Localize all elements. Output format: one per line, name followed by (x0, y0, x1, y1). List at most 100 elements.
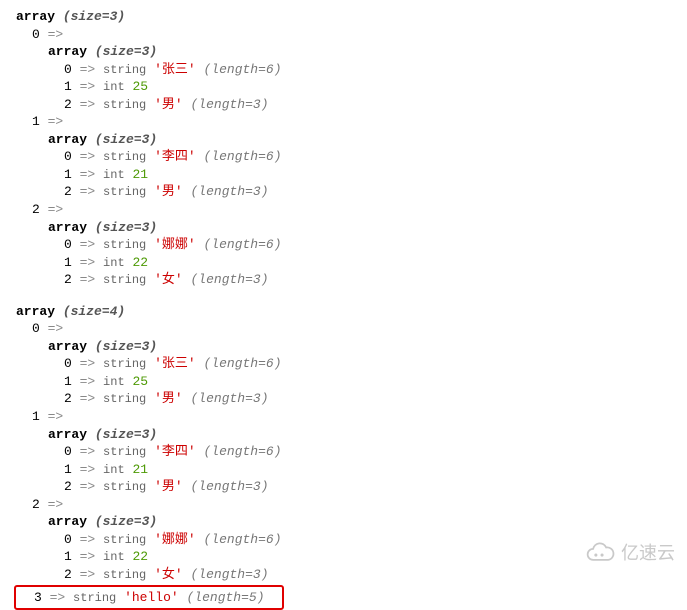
string-value: '女' (154, 567, 183, 582)
type-label: string (103, 445, 146, 459)
length-label: (length=3) (191, 272, 269, 287)
arrow-icon: => (80, 356, 96, 371)
highlight-box: 3 => string 'hello' (length=5) (14, 585, 284, 610)
arrow-icon: => (80, 167, 96, 182)
entry-key: 2 (64, 272, 72, 287)
dump-entry: 3 => string 'hello' (length=5) (20, 589, 278, 607)
dump-entry: 1 => int 25 (8, 78, 679, 96)
type-array: array (48, 514, 87, 529)
int-value: 22 (132, 255, 148, 270)
type-label: string (103, 480, 146, 494)
arrow-icon: => (80, 391, 96, 406)
string-value: '男' (154, 97, 183, 112)
length-label: (length=6) (204, 149, 282, 164)
entry-key: 3 (34, 590, 42, 605)
entry-key: 1 (64, 374, 72, 389)
array-header: array (size=3) (8, 8, 679, 26)
length-label: (length=6) (204, 62, 282, 77)
entry-key: 1 (64, 255, 72, 270)
type-label: int (103, 256, 125, 270)
dump-entry: 1 => int 21 (8, 166, 679, 184)
cloud-icon (583, 542, 617, 564)
entry-key: 1 (64, 549, 72, 564)
arrow-icon: => (48, 114, 64, 129)
length-label: (length=5) (187, 590, 265, 605)
watermark-text: 亿速云 (621, 541, 675, 565)
size-label: (size=3) (95, 44, 157, 59)
nested-array-header: array (size=3) (8, 43, 679, 61)
array-key: 1 => (8, 113, 679, 131)
arrow-icon: => (80, 479, 96, 494)
string-value: '李四' (154, 149, 196, 164)
length-label: (length=3) (191, 391, 269, 406)
arrow-icon: => (80, 255, 96, 270)
type-label: int (103, 463, 125, 477)
string-value: '张三' (154, 62, 196, 77)
arrow-icon: => (80, 149, 96, 164)
type-array: array (48, 427, 87, 442)
entry-key: 2 (64, 184, 72, 199)
string-value: '女' (154, 272, 183, 287)
size-label: (size=3) (95, 427, 157, 442)
dump-entry: 2 => string '男' (length=3) (8, 183, 679, 201)
type-array: array (48, 220, 87, 235)
length-label: (length=6) (204, 444, 282, 459)
int-value: 25 (132, 374, 148, 389)
arrow-icon: => (80, 532, 96, 547)
dump-entry: 1 => int 22 (8, 254, 679, 272)
nested-array-header: array (size=3) (8, 338, 679, 356)
entry-key: 1 (32, 114, 40, 129)
nested-array-header: array (size=3) (8, 219, 679, 237)
arrow-icon: => (80, 374, 96, 389)
entry-key: 2 (32, 497, 40, 512)
dump-entry: 1 => int 21 (8, 461, 679, 479)
size-label: (size=3) (63, 9, 125, 24)
nested-array-header: array (size=3) (8, 131, 679, 149)
length-label: (length=3) (191, 97, 269, 112)
int-value: 21 (132, 462, 148, 477)
arrow-icon: => (48, 409, 64, 424)
size-label: (size=3) (95, 132, 157, 147)
dump-entry: 1 => int 22 (8, 548, 679, 566)
arrow-icon: => (50, 590, 66, 605)
nested-array-header: array (size=3) (8, 513, 679, 531)
string-value: '娜娜' (154, 237, 196, 252)
var-dump-block: array (size=3)0 => array (size=3)0 => st… (8, 8, 679, 289)
type-array: array (48, 339, 87, 354)
entry-key: 0 (64, 444, 72, 459)
array-key: 1 => (8, 408, 679, 426)
entry-key: 0 (64, 532, 72, 547)
length-label: (length=3) (191, 479, 269, 494)
int-value: 22 (132, 549, 148, 564)
arrow-icon: => (80, 567, 96, 582)
arrow-icon: => (80, 79, 96, 94)
arrow-icon: => (48, 497, 64, 512)
arrow-icon: => (80, 444, 96, 459)
arrow-icon: => (80, 237, 96, 252)
array-key: 2 => (8, 496, 679, 514)
arrow-icon: => (80, 462, 96, 477)
entry-key: 2 (32, 202, 40, 217)
array-key: 2 => (8, 201, 679, 219)
dump-entry: 0 => string '张三' (length=6) (8, 61, 679, 79)
dump-entry: 0 => string '娜娜' (length=6) (8, 531, 679, 549)
arrow-icon: => (48, 321, 64, 336)
arrow-icon: => (48, 27, 64, 42)
type-label: string (103, 392, 146, 406)
array-header: array (size=4) (8, 303, 679, 321)
dump-entry: 0 => string '张三' (length=6) (8, 355, 679, 373)
int-value: 21 (132, 167, 148, 182)
entry-key: 2 (64, 97, 72, 112)
arrow-icon: => (48, 202, 64, 217)
entry-key: 0 (64, 62, 72, 77)
entry-key: 2 (64, 391, 72, 406)
type-label: string (73, 591, 116, 605)
string-value: '男' (154, 479, 183, 494)
type-label: string (103, 63, 146, 77)
type-label: int (103, 168, 125, 182)
type-array: array (48, 44, 87, 59)
arrow-icon: => (80, 549, 96, 564)
entry-key: 1 (64, 167, 72, 182)
length-label: (length=6) (204, 532, 282, 547)
entry-key: 1 (64, 79, 72, 94)
